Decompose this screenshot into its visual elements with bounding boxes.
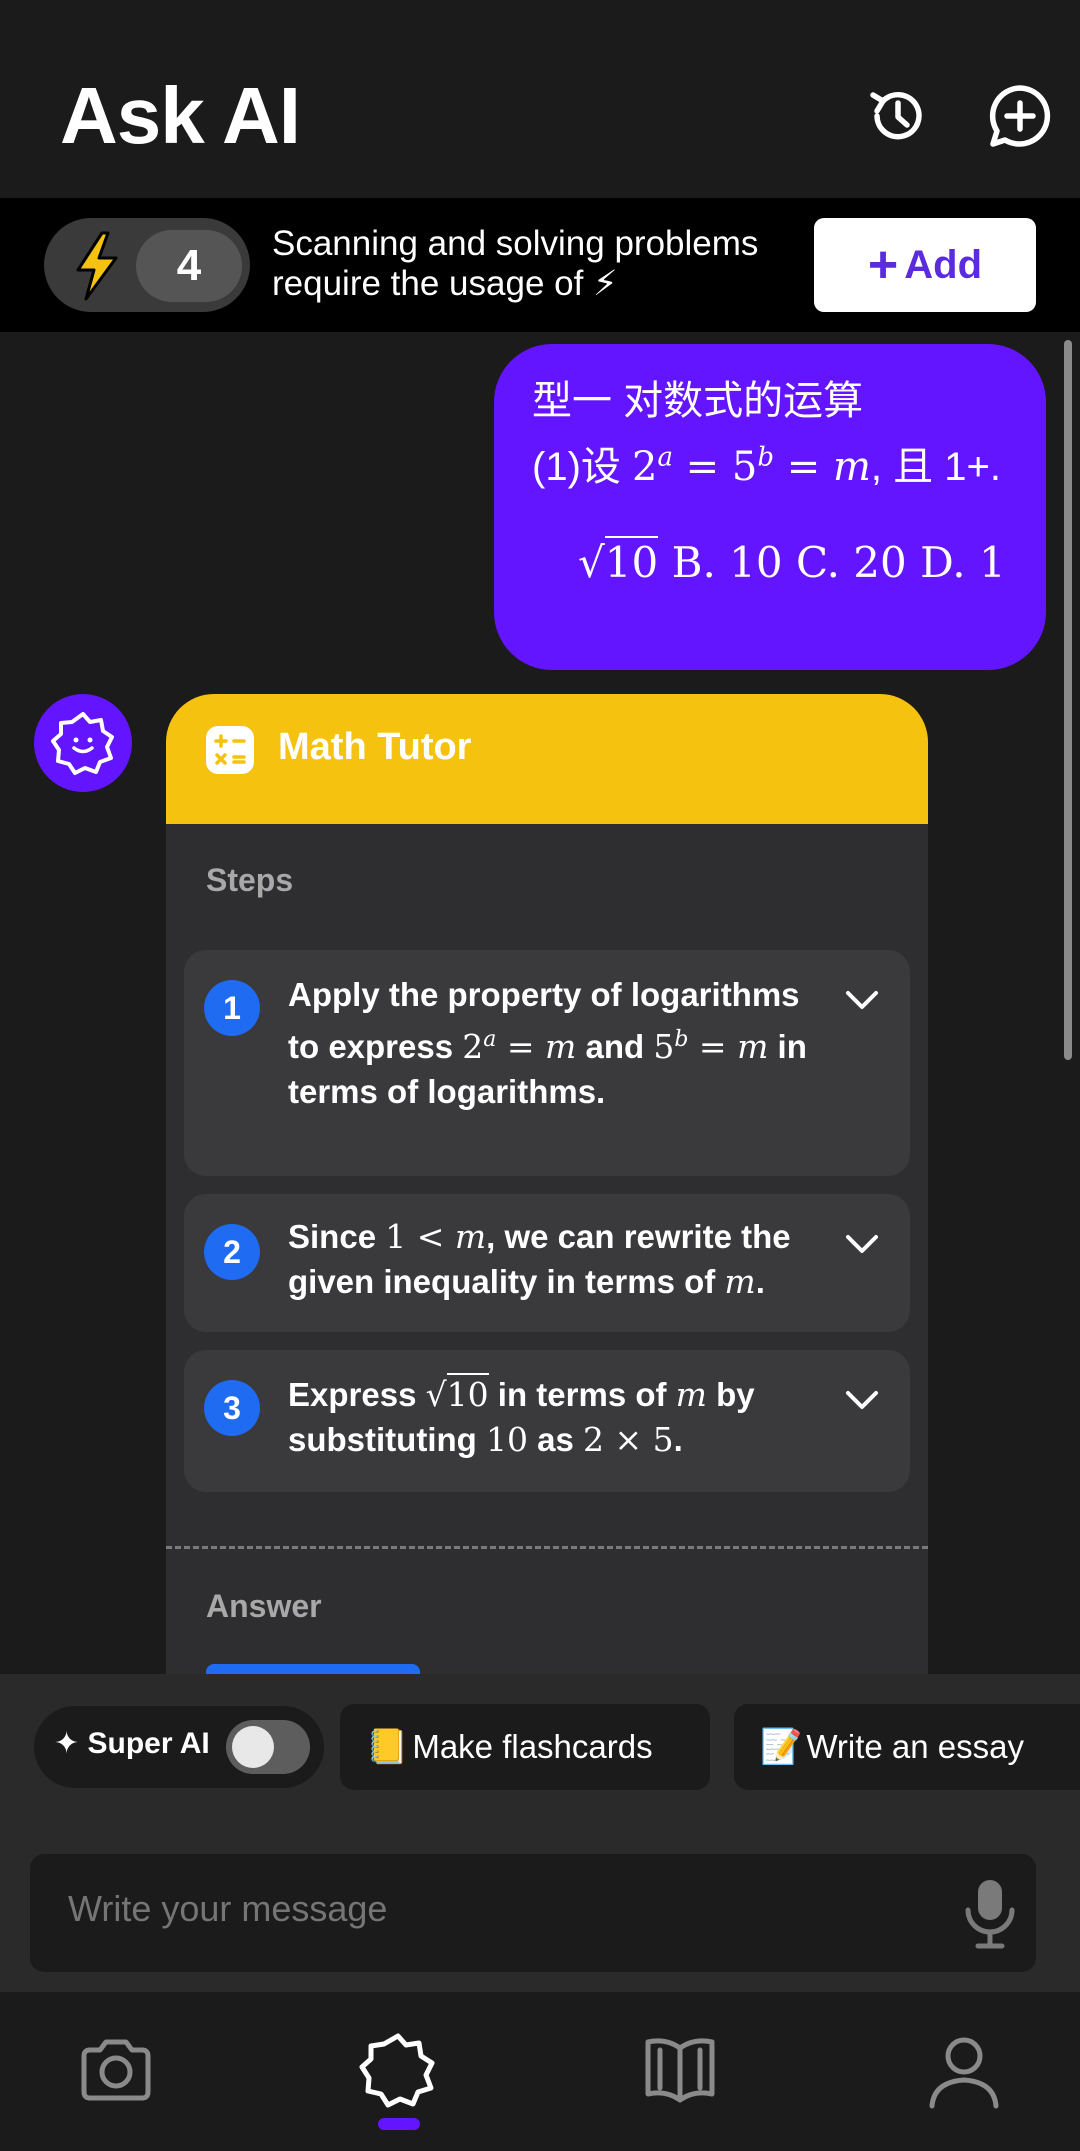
step-item[interactable]: 2 Since 1 < m, we can rewrite the given …	[184, 1194, 910, 1332]
active-tab-indicator	[378, 2118, 420, 2130]
user-message-line: 型一 对数式的运算	[532, 379, 864, 423]
toggle-knob	[232, 1726, 274, 1768]
step-number: 1	[204, 980, 260, 1036]
chevron-down-icon[interactable]	[842, 980, 882, 1020]
answer-badge	[206, 1664, 420, 1674]
add-credits-button[interactable]: + Add	[814, 218, 1036, 312]
ai-avatar	[34, 694, 132, 792]
step-item[interactable]: 3 Express √10 in terms of m by substitut…	[184, 1350, 910, 1492]
ai-badge-icon	[51, 712, 114, 775]
history-button[interactable]	[860, 78, 936, 154]
credits-notice: Scanning and solving problems require th…	[272, 224, 759, 303]
tutor-card-title: Math Tutor	[278, 726, 472, 768]
step-item[interactable]: 1 Apply the property of logarithms to ex…	[184, 950, 910, 1176]
memo-icon: 📝	[760, 1728, 803, 1766]
answer-heading: Answer	[206, 1588, 322, 1624]
step-text: Express √10 in terms of m by substitutin…	[288, 1373, 755, 1459]
history-icon	[870, 92, 922, 140]
step-number: 3	[204, 1380, 260, 1436]
dashed-divider	[166, 1546, 928, 1549]
chevron-down-icon[interactable]	[842, 1224, 882, 1264]
make-flashcards-chip[interactable]: 📒 Make flashcards	[340, 1704, 710, 1790]
step-number: 2	[204, 1224, 260, 1280]
add-credits-label: Add	[904, 242, 983, 287]
page-title: Ask AI	[60, 71, 301, 160]
user-message-line: √10 B. 10 C. 20 D. 1	[578, 536, 1006, 587]
new-chat-button[interactable]	[982, 78, 1058, 154]
plus-icon: +	[867, 236, 899, 294]
chevron-down-icon[interactable]	[842, 1380, 882, 1420]
step-text: Apply the property of logarithms to expr…	[288, 976, 807, 1110]
microphone-icon[interactable]	[960, 1876, 1020, 1952]
sparkle-icon: ✦	[54, 1727, 80, 1760]
step-text: Since 1 < m, we can rewrite the given in…	[288, 1217, 791, 1301]
lightning-bolt-icon	[76, 231, 118, 301]
profile-icon[interactable]	[924, 2030, 1004, 2110]
sqrt-symbol: √	[578, 538, 605, 587]
ai-badge-icon[interactable]	[358, 2030, 438, 2110]
scrollbar[interactable]	[1064, 340, 1072, 1060]
notebook-icon: 📒	[366, 1728, 409, 1766]
book-icon[interactable]	[640, 2030, 720, 2110]
bottom-navigation	[0, 1992, 1080, 2151]
super-ai-label: ✦ Super AI	[54, 1727, 210, 1760]
write-essay-chip[interactable]: 📝 Write an essay	[734, 1704, 1080, 1790]
camera-icon[interactable]	[76, 2030, 156, 2110]
user-message-line: (1)设 2a = 5b = m, 且 1+.	[532, 442, 1001, 490]
credit-count: 4	[136, 230, 242, 302]
steps-heading: Steps	[206, 862, 294, 898]
message-input[interactable]	[68, 1888, 928, 1930]
calculator-icon	[206, 726, 254, 774]
chat-plus-icon	[989, 85, 1051, 147]
